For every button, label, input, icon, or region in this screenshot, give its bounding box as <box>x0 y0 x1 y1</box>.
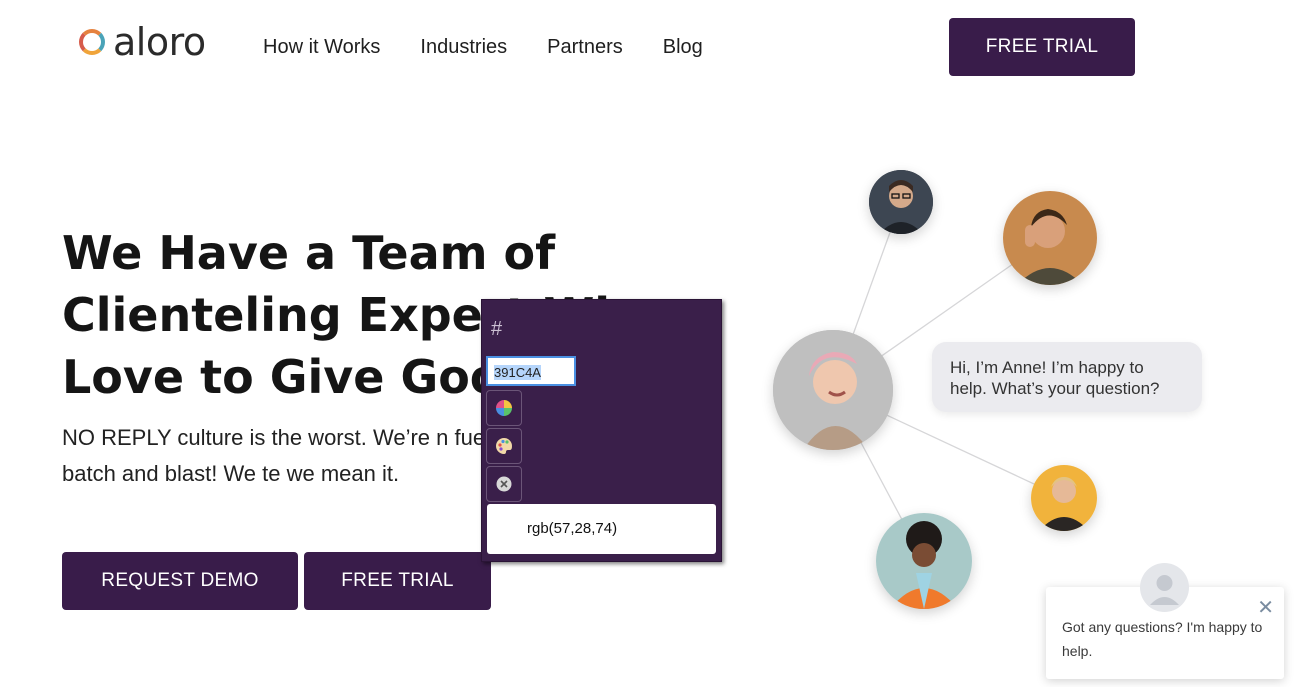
hex-color-input[interactable]: 391C4A <box>486 356 576 386</box>
avatar-woman-orange <box>876 513 972 609</box>
rgb-value-field[interactable]: rgb(57,28,74) <box>487 504 716 554</box>
chat-agent-avatar-icon <box>1140 563 1189 612</box>
avatar-man-glasses <box>869 170 933 234</box>
clear-color-button[interactable] <box>486 466 522 502</box>
chat-message: Got any questions? I'm happy to help. <box>1062 619 1263 659</box>
palette-icon <box>496 438 512 454</box>
color-wheel-icon <box>496 400 512 416</box>
palette-button[interactable] <box>486 428 522 464</box>
avatar-anne <box>773 330 893 450</box>
hex-value-text: 391C4A <box>494 365 541 380</box>
clear-icon <box>496 476 512 492</box>
avatar-man-curly <box>1003 191 1097 285</box>
avatar-man-blond <box>1031 465 1097 531</box>
hex-prefix-label: # <box>491 318 503 340</box>
color-wheel-button[interactable] <box>486 390 522 426</box>
color-picker-popup: # 391C4A rgb(57,28,74) <box>481 299 722 562</box>
anne-chat-bubble: Hi, I’m Anne! I’m happy to help. What’s … <box>932 342 1202 412</box>
